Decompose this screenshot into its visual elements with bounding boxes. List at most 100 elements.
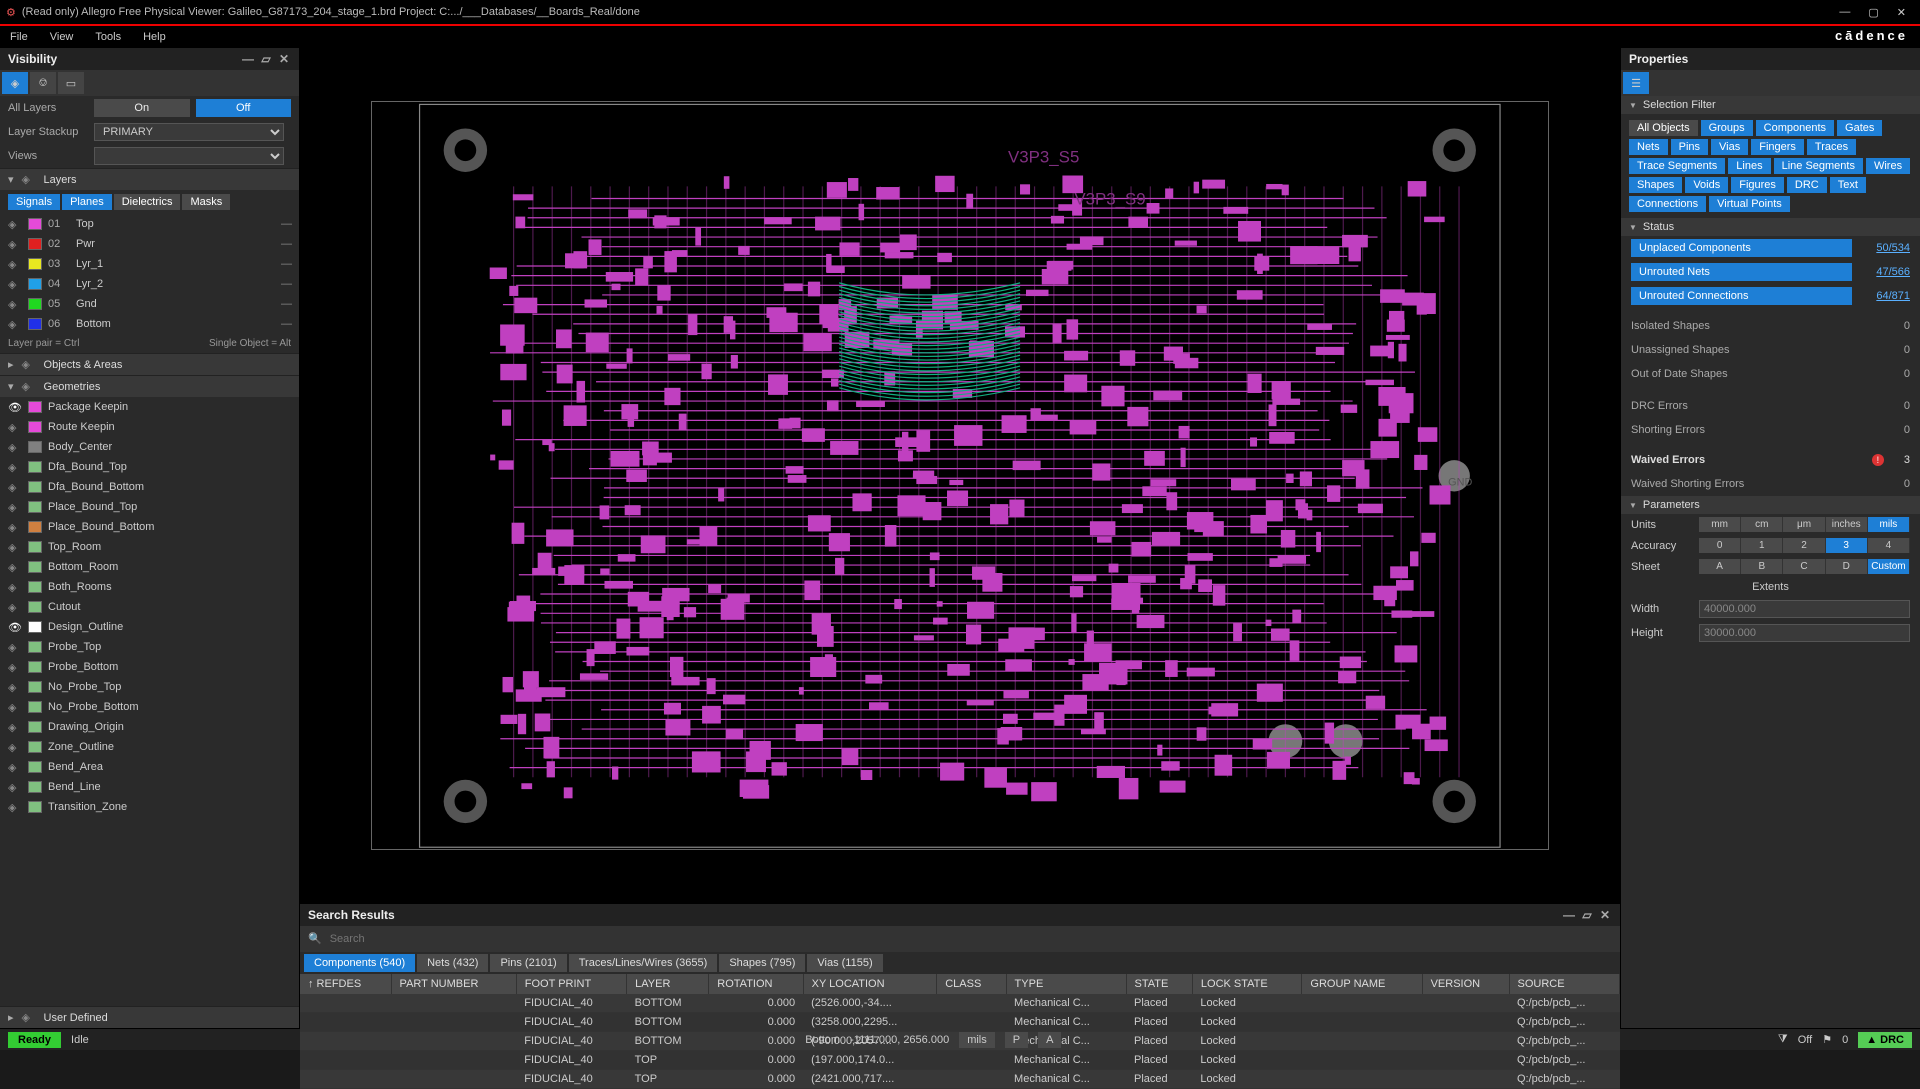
filter-chip[interactable]: Components bbox=[1756, 120, 1834, 136]
filter-chip[interactable]: Groups bbox=[1701, 120, 1753, 136]
layer-row[interactable]: ◈ 03 Lyr_1 — bbox=[0, 254, 299, 274]
geometry-swatch[interactable] bbox=[28, 761, 42, 773]
pcb-canvas[interactable]: V3P3_S5 V3P3_S9 GND bbox=[300, 48, 1620, 903]
search-input[interactable] bbox=[326, 929, 1612, 949]
layer-swatch[interactable] bbox=[28, 278, 42, 290]
filter-chip[interactable]: Line Segments bbox=[1774, 158, 1863, 174]
eye-icon[interactable]: ◈ bbox=[8, 681, 22, 694]
a-button[interactable]: A bbox=[1038, 1032, 1061, 1048]
geometry-swatch[interactable] bbox=[28, 521, 42, 533]
segment-button[interactable]: 3 bbox=[1826, 538, 1868, 553]
filter-chip[interactable]: Nets bbox=[1629, 139, 1668, 155]
eye-icon[interactable]: ◈ bbox=[8, 501, 22, 514]
eye-icon[interactable]: ◈ bbox=[8, 298, 22, 311]
table-row[interactable]: FIDUCIAL_40BOTTOM0.000 (3258.000,2295...… bbox=[300, 1012, 1620, 1031]
search-tab[interactable]: Vias (1155) bbox=[807, 954, 882, 972]
filter-chip[interactable]: Text bbox=[1830, 177, 1866, 193]
geometry-swatch[interactable] bbox=[28, 541, 42, 553]
layer-swatch[interactable] bbox=[28, 318, 42, 330]
eye-icon[interactable]: ◈ bbox=[8, 421, 22, 434]
table-row[interactable]: FIDUCIAL_40TOP0.000 (2421.000,717....Mec… bbox=[300, 1069, 1620, 1088]
segment-button[interactable]: D bbox=[1826, 559, 1868, 574]
segment-button[interactable]: A bbox=[1699, 559, 1741, 574]
segment-button[interactable]: C bbox=[1783, 559, 1825, 574]
status-header[interactable]: Status bbox=[1621, 218, 1920, 236]
search-tab[interactable]: Nets (432) bbox=[417, 954, 488, 972]
col-header[interactable]: LOCK STATE bbox=[1192, 974, 1302, 994]
drc-badge[interactable]: ▲ DRC bbox=[1858, 1032, 1912, 1048]
status-link[interactable]: 64/871 bbox=[1860, 290, 1910, 302]
layers-section-header[interactable]: ▾◈ Layers bbox=[0, 168, 299, 190]
geometry-row[interactable]: ◈ Cutout bbox=[0, 597, 299, 617]
segment-button[interactable]: mils bbox=[1868, 517, 1910, 532]
filter-chip[interactable]: Figures bbox=[1731, 177, 1784, 193]
layer-tab-dielectrics[interactable]: Dielectrics bbox=[114, 194, 181, 210]
search-tab[interactable]: Shapes (795) bbox=[719, 954, 805, 972]
geometry-row[interactable]: ◈ Zone_Outline bbox=[0, 737, 299, 757]
layer-tab-planes[interactable]: Planes bbox=[62, 194, 112, 210]
geometry-swatch[interactable] bbox=[28, 461, 42, 473]
layer-row[interactable]: ◈ 04 Lyr_2 — bbox=[0, 274, 299, 294]
minimize-button[interactable]: — bbox=[1839, 6, 1850, 19]
geometries-section-header[interactable]: ▾◈ Geometries bbox=[0, 375, 299, 397]
segment-button[interactable]: 1 bbox=[1741, 538, 1783, 553]
search-tab[interactable]: Traces/Lines/Wires (3655) bbox=[569, 954, 718, 972]
maximize-icon[interactable]: ▱ bbox=[1580, 908, 1594, 922]
status-link[interactable]: 50/534 bbox=[1860, 242, 1910, 254]
geometry-swatch[interactable] bbox=[28, 701, 42, 713]
geometry-row[interactable]: ◈ Drawing_Origin bbox=[0, 717, 299, 737]
eye-icon[interactable]: 👁 bbox=[8, 621, 22, 634]
geometry-row[interactable]: ◈ Transition_Zone bbox=[0, 797, 299, 817]
filter-chip[interactable]: Lines bbox=[1728, 158, 1770, 174]
eye-icon[interactable]: ◈ bbox=[8, 541, 22, 554]
col-header[interactable]: XY LOCATION bbox=[803, 974, 937, 994]
userdefined-section-header[interactable]: ▸◈ User Defined bbox=[0, 1006, 299, 1028]
col-header[interactable]: PART NUMBER bbox=[391, 974, 516, 994]
menu-help[interactable]: Help bbox=[143, 31, 166, 43]
segment-button[interactable]: 4 bbox=[1868, 538, 1910, 553]
geometry-swatch[interactable] bbox=[28, 741, 42, 753]
filter-chip[interactable]: All Objects bbox=[1629, 120, 1698, 136]
geometry-swatch[interactable] bbox=[28, 561, 42, 573]
filter-chip[interactable]: Traces bbox=[1807, 139, 1856, 155]
search-tab[interactable]: Pins (2101) bbox=[490, 954, 566, 972]
layer-style-icon[interactable]: — bbox=[281, 318, 291, 330]
eye-icon[interactable]: ◈ bbox=[8, 441, 22, 454]
eye-icon[interactable]: ◈ bbox=[8, 701, 22, 714]
all-layers-off-button[interactable]: Off bbox=[196, 99, 292, 117]
layer-row[interactable]: ◈ 01 Top — bbox=[0, 214, 299, 234]
layer-stackup-select[interactable]: PRIMARY bbox=[94, 123, 284, 141]
geometry-row[interactable]: ◈ Bottom_Room bbox=[0, 557, 299, 577]
status-link[interactable]: 47/566 bbox=[1860, 266, 1910, 278]
close-icon[interactable]: ✕ bbox=[1598, 908, 1612, 922]
views-select[interactable] bbox=[94, 147, 284, 165]
geometry-swatch[interactable] bbox=[28, 681, 42, 693]
geometry-swatch[interactable] bbox=[28, 801, 42, 813]
segment-button[interactable]: 2 bbox=[1783, 538, 1825, 553]
geometry-swatch[interactable] bbox=[28, 721, 42, 733]
filter-chip[interactable]: Gates bbox=[1837, 120, 1882, 136]
eye-icon[interactable]: ◈ bbox=[8, 278, 22, 291]
col-header[interactable]: LAYER bbox=[627, 974, 709, 994]
properties-mode-icon[interactable]: ☰ bbox=[1623, 72, 1649, 94]
layer-row[interactable]: ◈ 05 Gnd — bbox=[0, 294, 299, 314]
layer-tab-masks[interactable]: Masks bbox=[182, 194, 230, 210]
layer-row[interactable]: ◈ 06 Bottom — bbox=[0, 314, 299, 334]
eye-icon[interactable]: ◈ bbox=[8, 581, 22, 594]
eye-icon[interactable]: ◈ bbox=[8, 781, 22, 794]
geometry-row[interactable]: ◈ Place_Bound_Top bbox=[0, 497, 299, 517]
geometry-swatch[interactable] bbox=[28, 501, 42, 513]
layer-style-icon[interactable]: — bbox=[281, 298, 291, 310]
view-mode-tab-3[interactable]: ▭ bbox=[58, 72, 84, 94]
table-row[interactable]: FIDUCIAL_40BOTTOM0.000 (2526.000,-34....… bbox=[300, 994, 1620, 1013]
view-mode-tab-1[interactable]: ◈ bbox=[2, 72, 28, 94]
segment-button[interactable]: inches bbox=[1826, 517, 1868, 532]
eye-icon[interactable]: ◈ bbox=[8, 661, 22, 674]
eye-icon[interactable]: ◈ bbox=[8, 481, 22, 494]
layer-style-icon[interactable]: — bbox=[281, 218, 291, 230]
col-header[interactable]: FOOT PRINT bbox=[516, 974, 626, 994]
minimize-icon[interactable]: — bbox=[241, 52, 255, 66]
geometry-swatch[interactable] bbox=[28, 581, 42, 593]
segment-button[interactable]: Custom bbox=[1868, 559, 1910, 574]
col-header[interactable]: ROTATION bbox=[709, 974, 803, 994]
